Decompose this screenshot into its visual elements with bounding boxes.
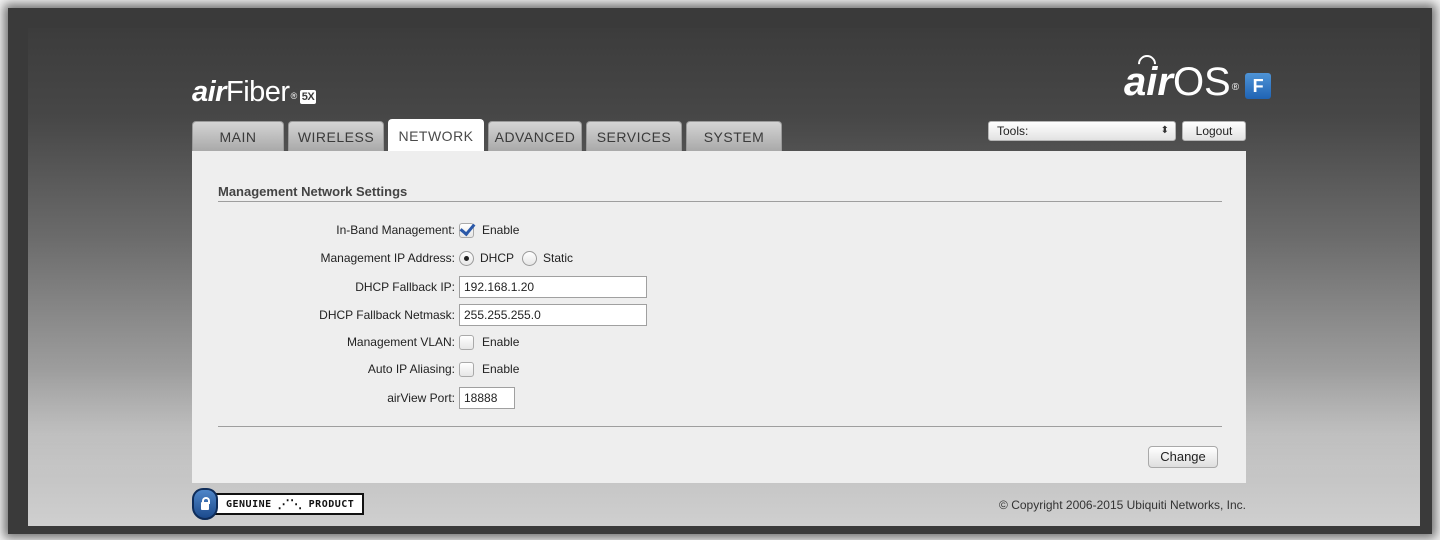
management-vlan-label: Management VLAN: <box>346 335 455 349</box>
genuine-product-badge: GENUINE ⋰⋱ PRODUCT <box>192 488 365 520</box>
genuine-product-strip: GENUINE ⋰⋱ PRODUCT <box>212 493 365 515</box>
section-title: Management Network Settings <box>218 184 408 199</box>
inband-management-option: Enable <box>482 223 520 237</box>
tab-network[interactable]: NETWORK <box>388 119 484 151</box>
airos-logo: air OS ® F <box>1124 60 1272 104</box>
tab-advanced[interactable]: ADVANCED <box>488 121 582 151</box>
settings-panel: Management Network Settings In-Band Mana… <box>192 151 1246 483</box>
lock-shield-icon <box>192 488 218 520</box>
static-radio-label: Static <box>543 251 574 265</box>
dhcp-radio-label: DHCP <box>480 251 515 265</box>
management-ip-row: Management IP Address: DHCP Static <box>192 246 792 270</box>
management-ip-label: Management IP Address: <box>320 251 455 265</box>
os-name: OS <box>1172 60 1231 104</box>
dhcp-fallback-ip-label: DHCP Fallback IP: <box>355 280 455 294</box>
dhcp-fallback-ip-input[interactable] <box>459 276 647 298</box>
auto-ip-aliasing-row: Auto IP Aliasing: Enable <box>192 357 792 381</box>
tab-main[interactable]: MAIN <box>192 121 284 151</box>
airview-port-label: airView Port: <box>387 391 455 405</box>
brand-name: Fiber <box>225 76 290 108</box>
os-registered: ® <box>1231 82 1240 93</box>
main-tabs: MAIN WIRELESS NETWORK ADVANCED SERVICES … <box>192 119 786 151</box>
brand-registered: ® <box>290 91 298 101</box>
tools-dropdown-value: Tools: <box>997 124 1029 138</box>
product-text: PRODUCT <box>308 498 355 510</box>
brand-prefix: air <box>192 76 226 108</box>
os-f-badge: F <box>1245 73 1272 99</box>
brand-5x-badge: 5X <box>299 90 317 104</box>
management-vlan-row: Management VLAN: Enable <box>192 330 792 354</box>
copyright-text: © Copyright 2006-2015 Ubiquiti Networks,… <box>999 498 1246 512</box>
static-radio[interactable] <box>522 250 538 266</box>
auto-ip-aliasing-option: Enable <box>482 362 520 376</box>
management-vlan-option: Enable <box>482 335 520 349</box>
dhcp-fallback-netmask-label: DHCP Fallback Netmask: <box>319 308 455 322</box>
tab-system[interactable]: SYSTEM <box>686 121 782 151</box>
dhcp-fallback-netmask-row: DHCP Fallback Netmask: <box>192 303 792 327</box>
dhcp-fallback-ip-row: DHCP Fallback IP: <box>192 275 792 299</box>
dhcp-fallback-netmask-input[interactable] <box>459 304 647 326</box>
section-divider-bottom <box>218 426 1222 427</box>
dhcp-radio[interactable] <box>459 250 474 266</box>
genuine-text: GENUINE <box>226 498 272 510</box>
inband-management-label: In-Band Management: <box>336 223 455 237</box>
auto-ip-aliasing-label: Auto IP Aliasing: <box>367 362 455 376</box>
tab-services[interactable]: SERVICES <box>586 121 682 151</box>
airview-port-input[interactable] <box>459 387 515 409</box>
airfiber-logo: air Fiber ® 5X <box>192 76 317 108</box>
section-divider-top <box>218 201 1222 202</box>
change-button[interactable]: Change <box>1148 446 1218 468</box>
management-vlan-checkbox[interactable] <box>459 334 474 350</box>
airview-port-row: airView Port: <box>192 386 792 410</box>
os-prefix: air <box>1124 60 1173 104</box>
ubiquiti-mark-icon: ⋰⋱ <box>277 497 303 511</box>
inband-management-row: In-Band Management: Enable <box>192 218 792 242</box>
auto-ip-aliasing-checkbox[interactable] <box>459 361 474 377</box>
tools-dropdown[interactable]: Tools: ⬍ <box>988 121 1176 141</box>
logout-button[interactable]: Logout <box>1182 121 1246 141</box>
select-arrows-icon: ⬍ <box>1160 125 1169 136</box>
tab-wireless[interactable]: WIRELESS <box>288 121 384 151</box>
inband-management-checkbox[interactable] <box>459 222 474 238</box>
